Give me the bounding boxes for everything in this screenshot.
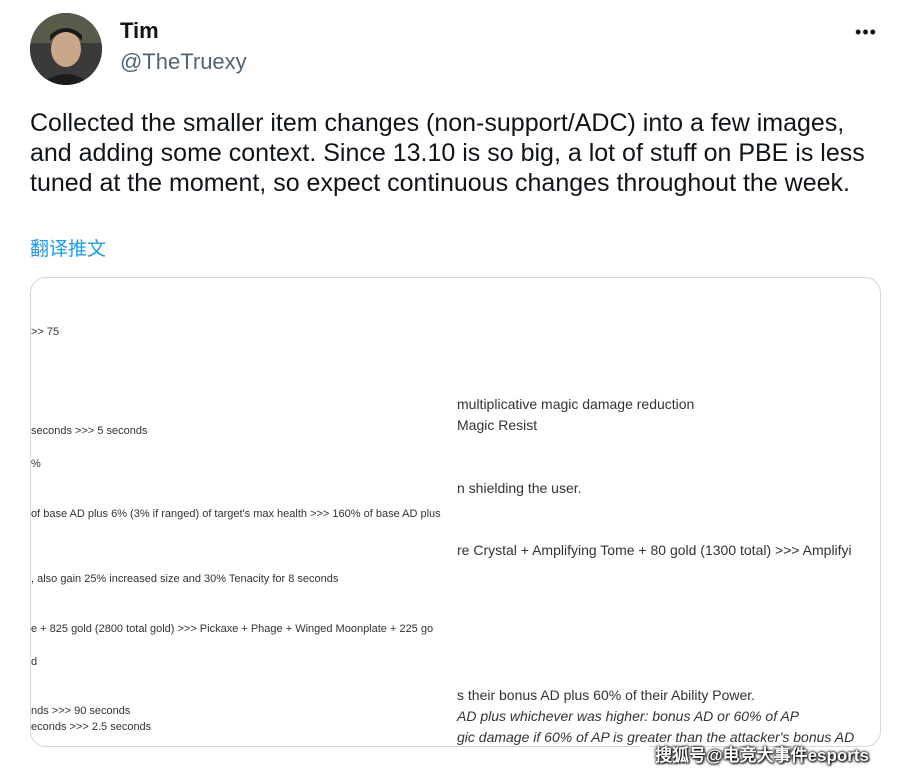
watermark-logo-icon [637,745,653,761]
media-text-line: nds >>> 90 seconds [31,705,131,717]
translate-tweet-link[interactable]: 翻译推文 [30,234,106,261]
media-text-line: of base AD plus 6% (3% if ranged) of tar… [31,508,441,520]
avatar-photo [30,13,102,85]
watermark: 搜狐号@电竞大事件esports [655,746,869,765]
media-text-line: n shielding the user. [457,480,582,496]
tweet-media-image[interactable]: >> 75 seconds >>> 5 seconds % of base AD… [30,277,881,747]
more-options-button[interactable]: ••• [852,22,880,42]
media-text-line: multiplicative magic damage reduction [457,396,695,412]
media-text-line: d [31,656,38,668]
user-handle[interactable]: @TheTruexy [120,49,247,75]
media-text-line: >> 75 [31,326,60,338]
media-left-column: >> 75 seconds >>> 5 seconds % of base AD… [31,278,455,746]
media-text-line: , also gain 25% increased size and 30% T… [31,573,339,585]
display-name[interactable]: Tim [120,18,159,44]
media-text-line: seconds >>> 5 seconds [31,425,148,437]
more-icon: ••• [855,22,877,42]
media-text-line: s their bonus AD plus 60% of their Abili… [457,687,756,703]
media-text-line: Magic Resist [457,417,538,433]
media-text-line: % [31,458,41,470]
avatar[interactable] [30,13,102,85]
tweet-text: Collected the smaller item changes (non-… [30,109,865,197]
media-text-line: econds >>> 2.5 seconds [31,721,152,733]
media-text-line: re Crystal + Amplifying Tome + 80 gold (… [457,542,852,558]
media-text-line: e + 825 gold (2800 total gold) >>> Picka… [31,623,434,635]
media-text-line: AD plus whichever was higher: bonus AD o… [457,708,800,724]
media-right-column: multiplicative magic damage reduction Ma… [455,278,880,746]
